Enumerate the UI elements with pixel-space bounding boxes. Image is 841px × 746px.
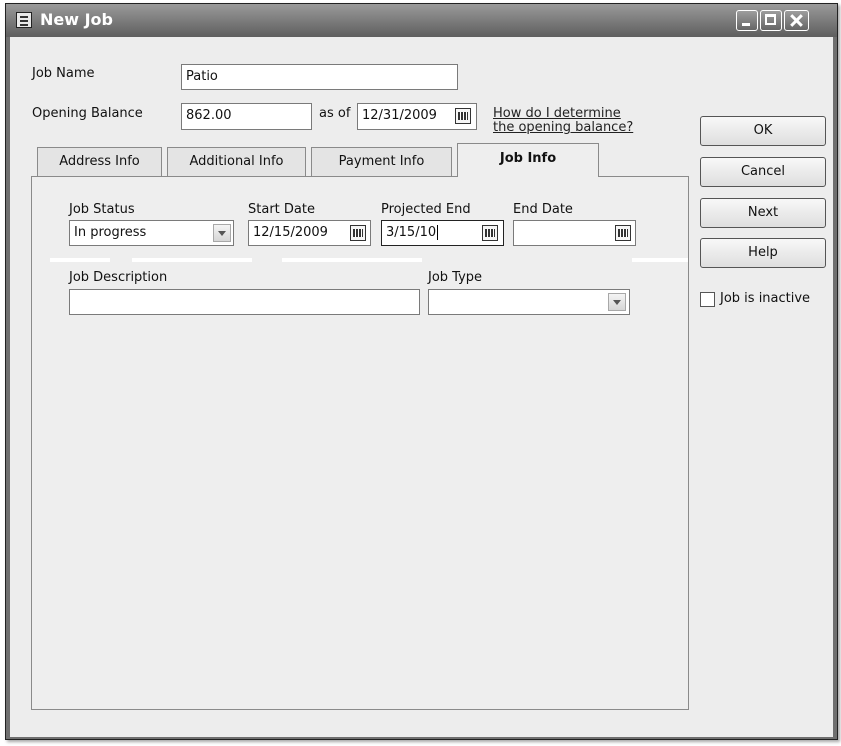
help-link-line2: the opening balance? — [493, 120, 634, 135]
window-title: New Job — [40, 10, 113, 29]
tab-job-info[interactable]: Job Info — [457, 143, 599, 177]
job-info-panel: Job Status In progress Start Date 12/15/… — [31, 176, 689, 710]
new-job-window: New Job Job Name Patio Opening Balance 8… — [5, 3, 838, 740]
as-of-label: as of — [319, 106, 351, 121]
job-type-select[interactable] — [428, 289, 630, 315]
as-of-date-value: 12/31/2009 — [362, 108, 437, 123]
dialog-body: Job Name Patio Opening Balance 862.00 as… — [10, 37, 833, 737]
job-status-select[interactable]: In progress — [69, 220, 234, 246]
minimize-button[interactable] — [736, 10, 758, 31]
next-button[interactable]: Next — [700, 198, 826, 228]
job-inactive-checkbox[interactable] — [700, 292, 715, 307]
projected-end-label: Projected End — [381, 202, 471, 217]
job-description-input[interactable] — [69, 289, 420, 315]
maximize-button[interactable] — [760, 10, 782, 31]
scan-artifact — [132, 258, 252, 262]
job-type-label: Job Type — [428, 270, 483, 285]
end-date-label: End Date — [513, 202, 573, 217]
scan-artifact — [632, 258, 688, 262]
end-date-calendar-icon[interactable] — [615, 225, 631, 241]
opening-balance-input[interactable]: 862.00 — [181, 103, 312, 130]
title-bar[interactable]: New Job — [6, 4, 837, 37]
start-date-value: 12/15/2009 — [253, 225, 328, 240]
opening-balance-help-link[interactable]: How do I determine the opening balance? — [493, 107, 633, 135]
start-date-calendar-icon[interactable] — [350, 225, 366, 241]
help-link-line1: How do I determine — [493, 106, 621, 121]
projected-end-calendar-icon[interactable] — [482, 225, 498, 241]
job-type-dropdown-icon[interactable] — [608, 293, 626, 311]
tab-additional-info[interactable]: Additional Info — [167, 147, 306, 176]
as-of-calendar-icon[interactable] — [455, 108, 471, 124]
projected-end-value: 3/15/10 — [386, 225, 437, 240]
job-name-label: Job Name — [32, 66, 95, 81]
help-button[interactable]: Help — [700, 238, 826, 268]
job-inactive-label: Job is inactive — [720, 291, 811, 306]
tab-address-info[interactable]: Address Info — [37, 147, 162, 176]
job-status-label: Job Status — [69, 202, 135, 217]
cancel-button[interactable]: Cancel — [700, 157, 826, 187]
job-document-icon — [16, 12, 32, 28]
tab-payment-info[interactable]: Payment Info — [311, 147, 452, 176]
start-date-label: Start Date — [248, 202, 315, 217]
job-status-value: In progress — [74, 225, 147, 240]
ok-button[interactable]: OK — [700, 116, 826, 146]
opening-balance-label: Opening Balance — [32, 106, 143, 121]
job-name-input[interactable]: Patio — [181, 64, 458, 90]
close-button[interactable] — [784, 10, 809, 31]
job-status-dropdown-icon[interactable] — [213, 224, 231, 242]
scan-artifact — [50, 258, 110, 262]
scan-artifact — [282, 258, 422, 262]
job-description-label: Job Description — [69, 270, 168, 285]
